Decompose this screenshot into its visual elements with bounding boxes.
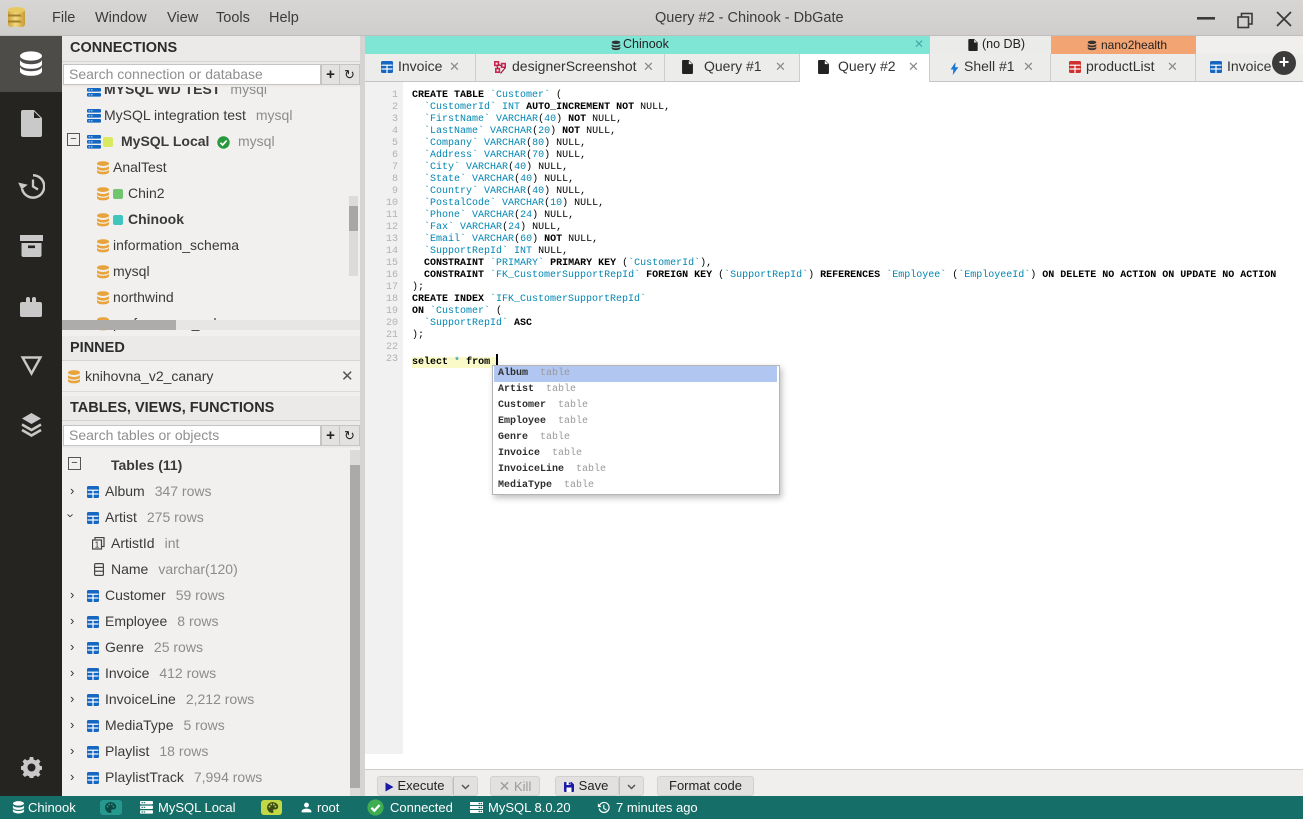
svg-text:1: 1 xyxy=(95,541,100,550)
